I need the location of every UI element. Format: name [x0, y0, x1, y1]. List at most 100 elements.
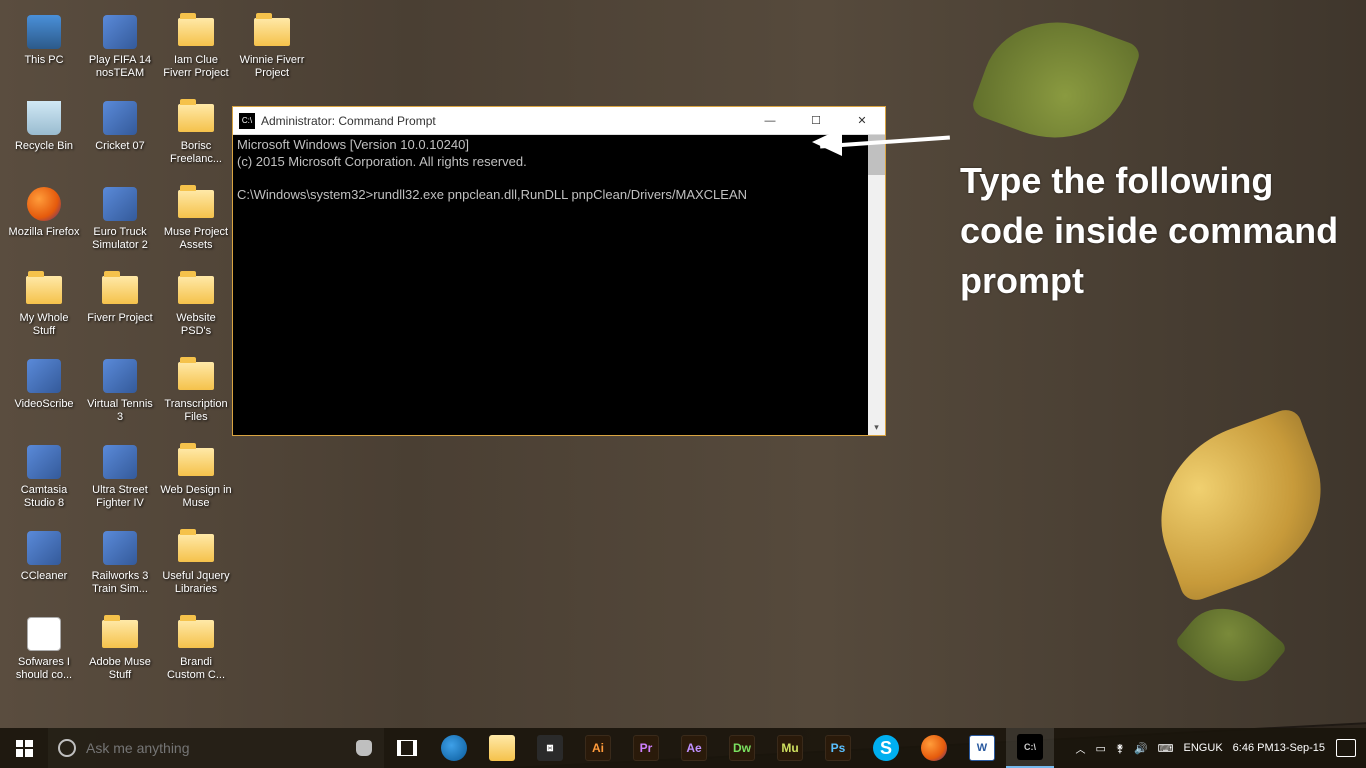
photoshop-icon: Ps: [825, 735, 851, 761]
recycle-icon: [24, 98, 64, 138]
cortana-icon: [58, 739, 76, 757]
file-explorer-icon: [489, 735, 515, 761]
minimize-button[interactable]: —: [747, 107, 793, 134]
action-center-icon[interactable]: [1336, 739, 1356, 757]
desktop-icon[interactable]: Camtasia Studio 8: [6, 436, 82, 522]
desktop-icon[interactable]: Railworks 3 Train Sim...: [82, 522, 158, 608]
desktop-icon[interactable]: Winnie Fiverr Project: [234, 6, 310, 92]
console-body[interactable]: Microsoft Windows [Version 10.0.10240] (…: [233, 135, 885, 435]
desktop-icon-label: Mozilla Firefox: [9, 226, 80, 239]
taskbar: ⧈AiPr Ae Dw Mu Ps S W C:\ ︿ ▭ ⚵ 🔊 ⌨ ENGUK 6:46 …: [0, 728, 1366, 768]
desktop-icon[interactable]: VideoScribe: [6, 350, 82, 436]
exe-icon: [100, 12, 140, 52]
system-tray: ︿ ▭ ⚵ 🔊 ⌨ ENGUK 6:46 PM13-Sep-15: [1070, 728, 1366, 768]
taskbar-store-button[interactable]: ⧈: [526, 728, 574, 768]
desktop-icon[interactable]: My Whole Stuff: [6, 264, 82, 350]
folder-icon: [252, 12, 292, 52]
desktop-icon-label: Sofwares I should co...: [8, 656, 80, 682]
tray-overflow-button[interactable]: ︿: [1070, 728, 1090, 768]
word-icon: W: [969, 735, 995, 761]
skype-icon: S: [873, 735, 899, 761]
after-effects-icon: Ae: [681, 735, 707, 761]
desktop-icon-label: Play FIFA 14 nosTEAM: [84, 54, 156, 80]
desktop-icon[interactable]: Borisc Freelanc...: [158, 92, 234, 178]
command-prompt-window[interactable]: C:\ Administrator: Command Prompt — ☐ ✕ …: [232, 106, 886, 436]
desktop-icon[interactable]: CCleaner: [6, 522, 82, 608]
task-view-button[interactable]: [384, 728, 430, 768]
volume-icon[interactable]: 🔊: [1129, 728, 1153, 768]
console-line: Microsoft Windows [Version 10.0.10240]: [237, 137, 469, 152]
network-icon[interactable]: ⚵: [1111, 728, 1129, 768]
windows-logo-icon: [16, 740, 33, 757]
desktop-icon-label: Transcription Files: [160, 398, 232, 424]
start-button[interactable]: [0, 728, 48, 768]
scrollbar[interactable]: ▾: [868, 135, 885, 435]
exe-icon: [100, 184, 140, 224]
taskbar-after-effects-button[interactable]: Ae: [670, 728, 718, 768]
exe-icon: [100, 356, 140, 396]
desktop-icon[interactable]: Fiverr Project: [82, 264, 158, 350]
desktop-icon[interactable]: Recycle Bin: [6, 92, 82, 178]
command-prompt-icon: C:\: [1017, 734, 1043, 760]
taskbar-premiere-button[interactable]: Pr: [622, 728, 670, 768]
battery-icon[interactable]: ▭: [1090, 728, 1110, 768]
desktop-icon[interactable]: Useful Jquery Libraries: [158, 522, 234, 608]
desktop-icon-label: Useful Jquery Libraries: [160, 570, 232, 596]
microphone-icon[interactable]: [356, 740, 372, 756]
close-button[interactable]: ✕: [839, 107, 885, 134]
taskbar-word-button[interactable]: W: [958, 728, 1006, 768]
desktop-icon[interactable]: Brandi Custom C...: [158, 608, 234, 694]
taskbar-command-prompt-button[interactable]: C:\: [1006, 728, 1054, 768]
taskbar-edge-button[interactable]: [430, 728, 478, 768]
desktop-icon[interactable]: Virtual Tennis 3: [82, 350, 158, 436]
desktop-icon-label: Winnie Fiverr Project: [236, 54, 308, 80]
desktop-icon-label: CCleaner: [21, 570, 67, 583]
folder-icon: [176, 270, 216, 310]
desktop-icon[interactable]: Muse Project Assets: [158, 178, 234, 264]
taskbar-file-explorer-button[interactable]: [478, 728, 526, 768]
desktop-icon[interactable]: Euro Truck Simulator 2: [82, 178, 158, 264]
desktop-icon-label: My Whole Stuff: [8, 312, 80, 338]
taskbar-skype-button[interactable]: S: [862, 728, 910, 768]
annotation-arrow: [820, 140, 950, 144]
window-titlebar[interactable]: C:\ Administrator: Command Prompt — ☐ ✕: [233, 107, 885, 135]
desktop-icon[interactable]: Adobe Muse Stuff: [82, 608, 158, 694]
desktop-icon-label: Ultra Street Fighter IV: [84, 484, 156, 510]
desktop-icon[interactable]: Ultra Street Fighter IV: [82, 436, 158, 522]
desktop-icon[interactable]: Iam Clue Fiverr Project: [158, 6, 234, 92]
desktop-icon[interactable]: Transcription Files: [158, 350, 234, 436]
desktop-icon-label: Fiverr Project: [87, 312, 152, 325]
exe-icon: [100, 528, 140, 568]
desktop-icon[interactable]: Sofwares I should co...: [6, 608, 82, 694]
desktop-icon-label: VideoScribe: [14, 398, 73, 411]
console-prompt: C:\Windows\system32>: [237, 187, 373, 202]
language-indicator[interactable]: ENGUK: [1179, 728, 1228, 768]
desktop-icon[interactable]: Play FIFA 14 nosTEAM: [82, 6, 158, 92]
cmd-icon: C:\: [239, 113, 255, 129]
desktop-icon[interactable]: Web Design in Muse: [158, 436, 234, 522]
taskbar-dreamweaver-button[interactable]: Dw: [718, 728, 766, 768]
scrollbar-down[interactable]: ▾: [868, 418, 885, 435]
desktop-icon-label: Website PSD's: [160, 312, 232, 338]
taskbar-illustrator-button[interactable]: Ai: [574, 728, 622, 768]
desktop-icon[interactable]: Website PSD's: [158, 264, 234, 350]
task-view-icon: [397, 740, 417, 756]
edge-icon: [441, 735, 467, 761]
clock[interactable]: 6:46 PM13-Sep-15: [1228, 728, 1330, 768]
search-input[interactable]: [86, 740, 350, 756]
taskbar-muse-button[interactable]: Mu: [766, 728, 814, 768]
folder-icon: [176, 614, 216, 654]
taskbar-firefox-button[interactable]: [910, 728, 958, 768]
firefox-icon: [24, 184, 64, 224]
folder-icon: [100, 614, 140, 654]
taskbar-photoshop-button[interactable]: Ps: [814, 728, 862, 768]
desktop-icon[interactable]: Mozilla Firefox: [6, 178, 82, 264]
desktop-icon[interactable]: This PC: [6, 6, 82, 92]
muse-icon: Mu: [777, 735, 803, 761]
cortana-search[interactable]: [48, 728, 384, 768]
desktop-icon[interactable]: Cricket 07: [82, 92, 158, 178]
keyboard-icon[interactable]: ⌨: [1153, 728, 1179, 768]
desktop-icon-label: Cricket 07: [95, 140, 145, 153]
desktop-icon-label: Brandi Custom C...: [160, 656, 232, 682]
desktop-icon-label: Adobe Muse Stuff: [84, 656, 156, 682]
